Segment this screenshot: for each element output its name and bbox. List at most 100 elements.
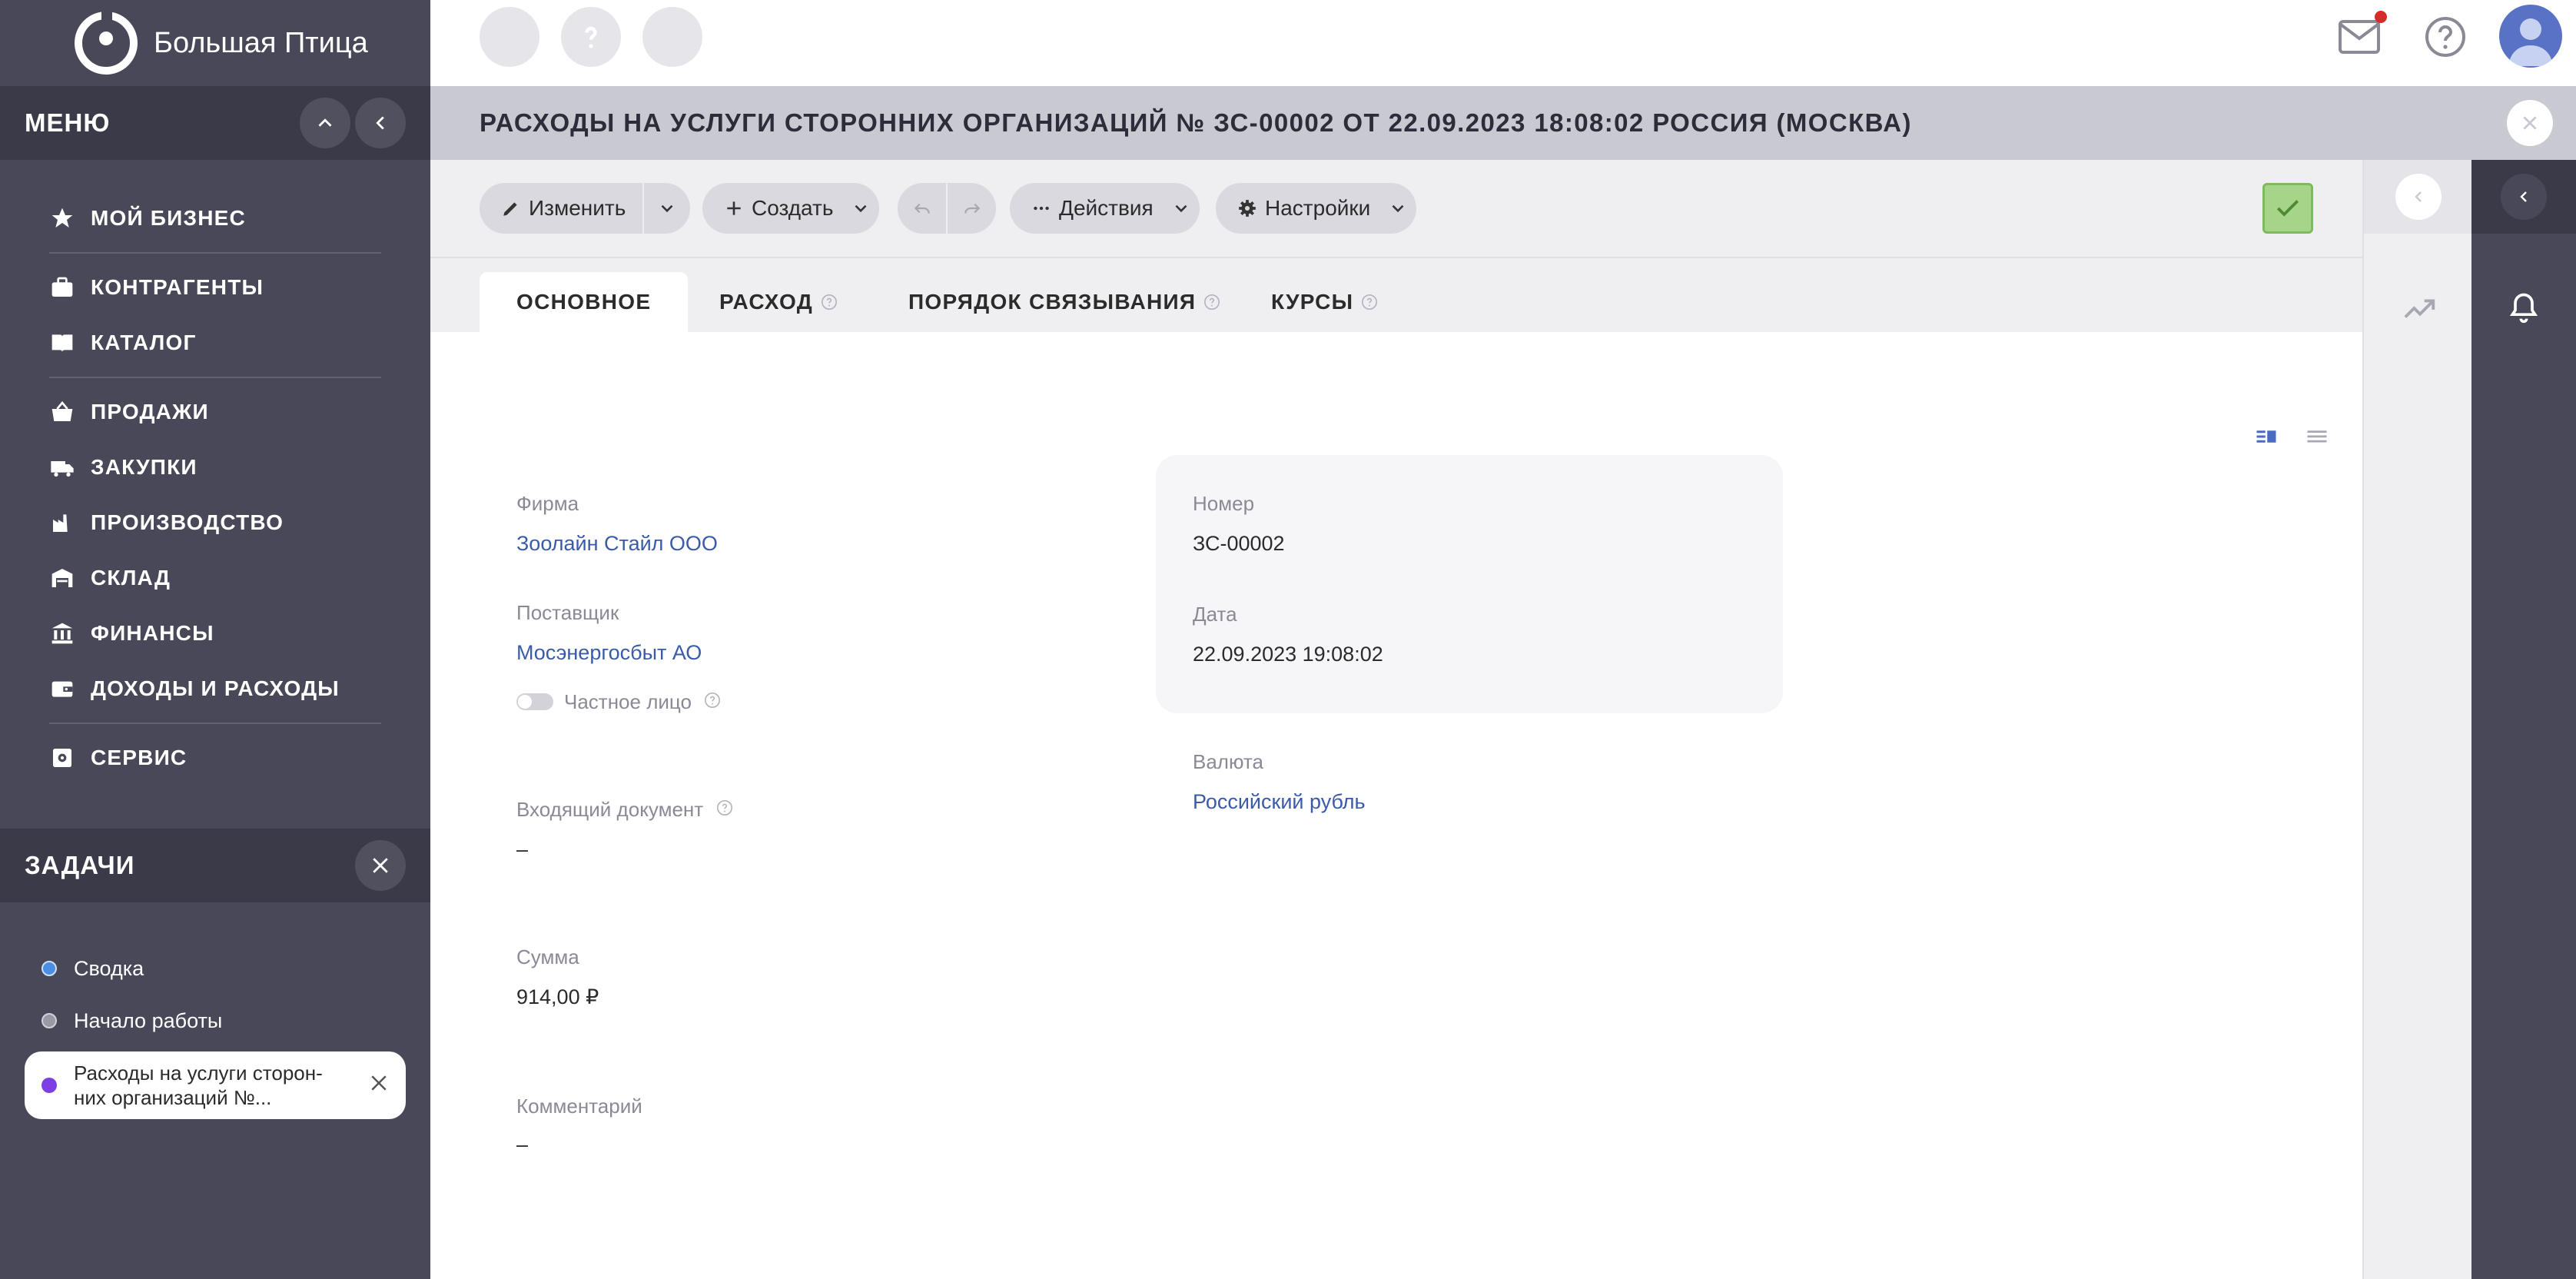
task-item-getting-started[interactable]: Начало работы: [25, 995, 406, 1047]
menu-item-label: СЕРВИС: [91, 746, 188, 769]
edit-button-label: Изменить: [529, 196, 626, 220]
menu-item-my-business[interactable]: МОЙ БИЗНЕС: [49, 191, 381, 246]
tab-label: ОСНОВНОЕ: [516, 290, 652, 314]
collapse-menu-button[interactable]: [300, 98, 350, 148]
amount-value: 914,00 ₽: [516, 985, 599, 1008]
tab-label: ПОРЯДОК СВЯЗЫВАНИЯ: [908, 290, 1197, 314]
save-close-button[interactable]: [2262, 183, 2313, 234]
task-label: Сводка: [74, 956, 144, 980]
edit-dropdown-button[interactable]: [644, 183, 690, 234]
close-tasks-button[interactable]: [355, 840, 406, 891]
sidebar: Большая Птица МЕНЮ МОЙ БИЗНЕС КОНТРАГЕНТ…: [0, 0, 430, 1279]
menu-item-warehouse[interactable]: СКЛАД: [49, 550, 381, 606]
chevron-up-icon: [318, 118, 332, 127]
help-circle-icon[interactable]: [1361, 294, 1378, 311]
menu-item-label: ДОХОДЫ И РАСХОДЫ: [91, 676, 340, 700]
list-view-icon[interactable]: [2305, 426, 2329, 449]
task-item-current-document[interactable]: Расходы на услуги сторон- них организаци…: [25, 1051, 406, 1119]
document-work-area: Изменить Создать Действия Настройки ОСНО…: [430, 160, 2362, 1279]
logo-bar[interactable]: Большая Птица: [0, 0, 430, 86]
service-icon: [49, 745, 75, 771]
top-action-button-3[interactable]: [642, 7, 702, 67]
expand-analytics-button[interactable]: [2395, 174, 2442, 220]
expand-notifications-button[interactable]: [2501, 174, 2547, 220]
menu-item-catalog[interactable]: КАТАЛОГ: [49, 315, 381, 370]
actions-button[interactable]: Действия: [1010, 183, 1170, 234]
tab-expense[interactable]: РАСХОД: [719, 272, 838, 332]
create-button[interactable]: Создать: [702, 183, 850, 234]
menu-item-finance[interactable]: ФИНАНСЫ: [49, 606, 381, 661]
menu-item-income-expenses[interactable]: ДОХОДЫ И РАСХОДЫ: [49, 661, 381, 716]
tab-rates[interactable]: КУРСЫ: [1271, 272, 1378, 332]
close-task-button[interactable]: [367, 1071, 390, 1100]
task-label: Начало работы: [74, 1008, 223, 1032]
task-item-summary[interactable]: Сводка: [25, 942, 406, 995]
bank-icon: [49, 620, 75, 646]
more-dots-icon: [1034, 206, 1049, 211]
menu-item-service[interactable]: СЕРВИС: [49, 730, 381, 786]
private-person-toggle[interactable]: [516, 693, 553, 710]
menu-item-label: СКЛАД: [91, 566, 171, 590]
help-circle-icon[interactable]: [821, 294, 838, 311]
warehouse-icon: [49, 565, 75, 591]
help-top-button[interactable]: [561, 7, 621, 67]
settings-button-label: Настройки: [1265, 196, 1371, 220]
actions-dropdown-button[interactable]: [1163, 183, 1200, 234]
undo-icon: [914, 203, 930, 214]
currency-link[interactable]: Российский рубль: [1193, 790, 1366, 814]
redo-button[interactable]: [948, 183, 996, 234]
help-circle-icon[interactable]: [716, 799, 733, 816]
menu-divider: [49, 377, 381, 378]
undo-button[interactable]: [898, 183, 946, 234]
hide-sidebar-button[interactable]: [355, 98, 406, 148]
truck-icon: [49, 454, 75, 480]
mail-icon[interactable]: [2338, 18, 2381, 55]
chevron-left-icon: [2520, 191, 2527, 202]
menu-title: МЕНЮ: [25, 108, 111, 137]
chevron-left-icon: [376, 116, 384, 130]
help-circle-icon[interactable]: [704, 692, 721, 709]
wallet-icon: [49, 676, 75, 702]
menu-item-purchases[interactable]: ЗАКУПКИ: [49, 440, 381, 495]
two-column-view-icon[interactable]: [2255, 426, 2278, 449]
basket-icon: [49, 399, 75, 425]
chevron-down-icon: [1392, 204, 1404, 213]
help-circle-icon[interactable]: [1203, 294, 1220, 311]
firm-label: Фирма: [516, 492, 579, 515]
settings-dropdown-button[interactable]: [1379, 183, 1416, 234]
menu-divider: [49, 723, 381, 724]
logo-icon: [75, 8, 138, 75]
bell-icon[interactable]: [2507, 291, 2541, 324]
create-dropdown-button[interactable]: [842, 183, 879, 234]
trend-chart-icon[interactable]: [2402, 291, 2438, 326]
help-icon[interactable]: [2424, 15, 2467, 58]
close-document-button[interactable]: [2507, 100, 2553, 146]
incoming-document-label: Входящий документ: [516, 798, 704, 821]
firm-link[interactable]: Зоолайн Стайл ООО: [516, 532, 718, 556]
top-action-button-1[interactable]: [480, 7, 539, 67]
analytics-panel: [2362, 160, 2473, 1279]
date-label: Дата: [1193, 603, 1237, 626]
comment-value: –: [516, 1133, 529, 1156]
chevron-down-icon: [661, 204, 673, 213]
settings-button[interactable]: Настройки: [1216, 183, 1387, 234]
menu-item-label: ПРОДАЖИ: [91, 400, 209, 424]
avatar[interactable]: [2499, 5, 2562, 68]
currency-label: Валюта: [1193, 750, 1263, 773]
edit-button[interactable]: Изменить: [480, 183, 642, 234]
tab-linking-order[interactable]: ПОРЯДОК СВЯЗЫВАНИЯ: [908, 272, 1220, 332]
tab-main[interactable]: ОСНОВНОЕ: [480, 272, 689, 332]
menu-item-production[interactable]: ПРОИЗВОДСТВО: [49, 495, 381, 550]
tab-label: РАСХОД: [719, 290, 814, 314]
supplier-link[interactable]: Мосэнергосбыт АО: [516, 641, 702, 665]
close-icon: [371, 1075, 387, 1091]
notifications-panel-header: [2471, 160, 2576, 234]
notifications-panel: [2471, 160, 2576, 1279]
date-value: 22.09.2023 19:08:02: [1193, 643, 1383, 666]
document-toolbar: Изменить Создать Действия Настройки: [430, 160, 2362, 258]
tab-label: КУРСЫ: [1271, 290, 1354, 314]
document-tabs: ОСНОВНОЕ РАСХОД ПОРЯДОК СВЯЗЫВАНИЯ КУРСЫ: [430, 258, 2362, 332]
menu-item-counterparties[interactable]: КОНТРАГЕНТЫ: [49, 260, 381, 315]
menu-item-sales[interactable]: ПРОДАЖИ: [49, 384, 381, 440]
chevron-left-icon: [2415, 191, 2422, 202]
